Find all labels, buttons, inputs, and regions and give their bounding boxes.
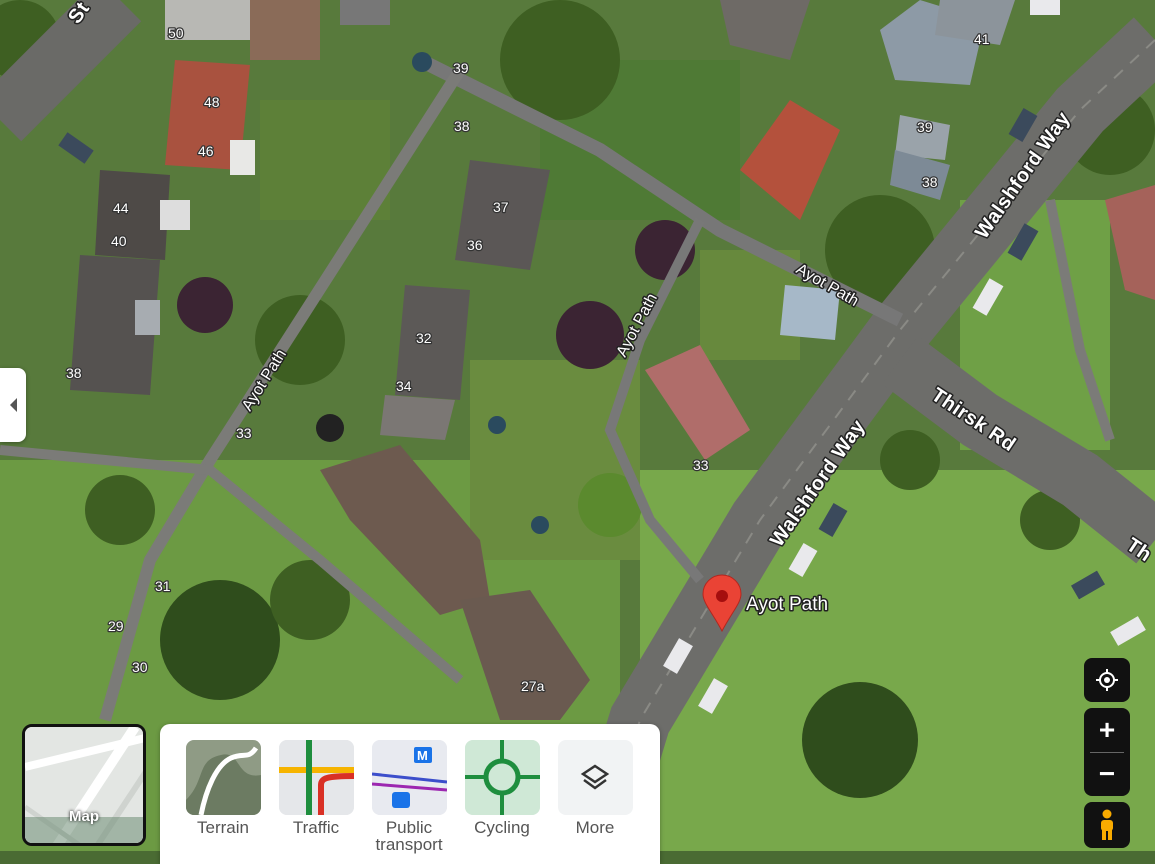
house-number: 50	[168, 25, 184, 41]
layers-panel: Terrain Traffic M Public transport Cycli…	[160, 724, 660, 864]
zoom-in-button[interactable]: +	[1084, 709, 1130, 752]
house-number: 30	[132, 659, 148, 675]
traffic-icon	[278, 740, 354, 815]
pegman-icon	[1101, 809, 1113, 840]
house-number: 38	[922, 174, 938, 190]
map-type-label: Map	[69, 808, 99, 825]
layer-label: Cycling	[474, 818, 530, 837]
terrain-icon	[185, 740, 261, 815]
cycling-icon	[464, 740, 540, 815]
layer-label: Terrain	[197, 818, 249, 837]
map-thumbnail-icon	[25, 727, 143, 843]
house-number: 38	[66, 365, 82, 381]
layer-label: More	[575, 818, 615, 837]
layer-terrain[interactable]: Terrain	[183, 740, 263, 836]
layer-label: Public transport	[375, 818, 443, 854]
house-number: 27a	[521, 678, 545, 694]
house-number: 48	[204, 94, 220, 110]
layers-icon	[557, 740, 633, 815]
house-number: 38	[454, 118, 470, 134]
house-number: 31	[155, 578, 171, 594]
house-number: 29	[108, 618, 124, 634]
house-number: 46	[198, 143, 214, 159]
house-number: 39	[917, 119, 933, 135]
svg-text:M: M	[417, 748, 428, 763]
layer-cycling[interactable]: Cycling	[462, 740, 542, 836]
house-number: 32	[416, 330, 432, 346]
zoom-control: + −	[1084, 708, 1130, 796]
house-number: 33	[236, 425, 252, 441]
layer-public-transport[interactable]: M Public transport	[369, 740, 449, 853]
my-location-button[interactable]	[1084, 658, 1130, 702]
layer-traffic[interactable]: Traffic	[276, 740, 356, 836]
public-transport-icon: M	[371, 740, 447, 815]
house-number: 40	[111, 233, 127, 249]
layer-more[interactable]: More	[555, 740, 635, 836]
house-number: 39	[453, 60, 469, 76]
house-number: 33	[693, 457, 709, 473]
layer-label: Traffic	[292, 818, 340, 837]
house-number: 44	[113, 200, 129, 216]
chevron-left-icon	[9, 398, 17, 412]
collapse-side-panel-button[interactable]	[0, 368, 26, 442]
house-number: 34	[396, 378, 412, 394]
pin-label: Ayot Path	[746, 594, 828, 615]
zoom-out-button[interactable]: −	[1084, 753, 1130, 796]
house-number: 37	[493, 199, 509, 215]
crosshair-icon	[1096, 669, 1118, 691]
map-type-toggle[interactable]: Map	[22, 724, 146, 846]
house-number: 36	[467, 237, 483, 253]
house-number: 41	[974, 31, 990, 47]
street-view-button[interactable]	[1084, 802, 1130, 848]
